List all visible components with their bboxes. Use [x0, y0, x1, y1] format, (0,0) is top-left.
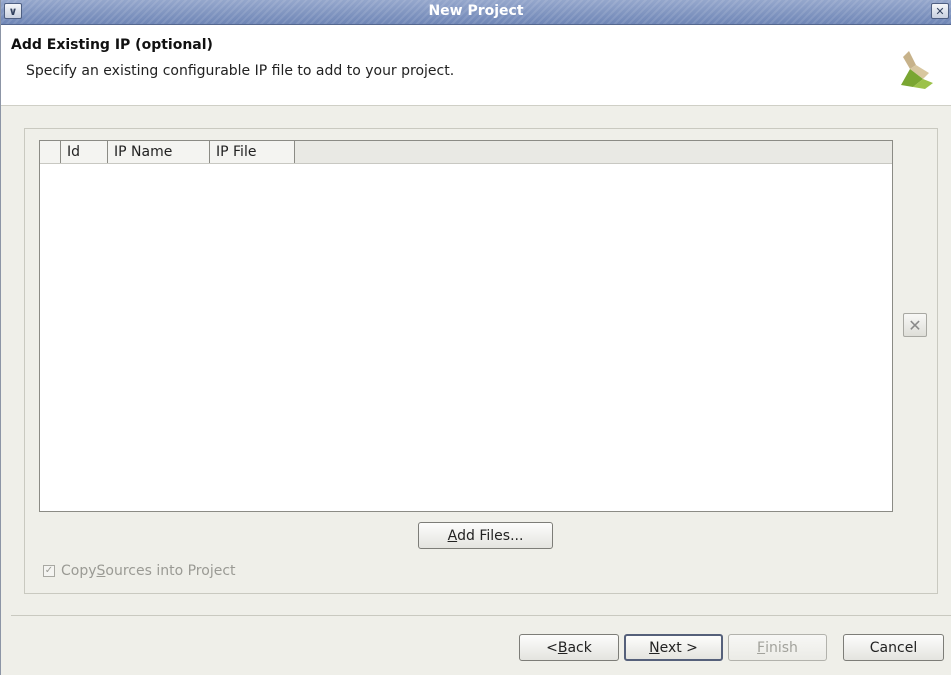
add-files-label: dd Files... — [457, 527, 524, 544]
column-header-id[interactable]: Id — [61, 141, 108, 163]
close-icon: ✕ — [908, 315, 922, 335]
column-header-select[interactable] — [40, 141, 61, 163]
wizard-header: Add Existing IP (optional) Specify an ex… — [1, 25, 951, 106]
new-project-dialog: ∨ New Project ✕ Add Existing IP (optiona… — [0, 0, 951, 675]
page-subtitle: Specify an existing configurable IP file… — [26, 63, 455, 79]
finish-button[interactable]: Finish — [728, 634, 827, 661]
next-button[interactable]: Next > — [624, 634, 723, 661]
back-label-post: ack — [567, 639, 592, 656]
copy-sources-mnemonic: S — [96, 563, 106, 579]
title-bar[interactable]: ∨ New Project ✕ — [1, 0, 951, 25]
copy-sources-label-pre: Copy — [61, 563, 97, 579]
close-icon[interactable]: ✕ — [931, 3, 949, 19]
column-header-ip-file[interactable]: IP File — [210, 141, 295, 163]
checkbox-checked-icon[interactable]: ✓ — [43, 565, 55, 577]
ip-table[interactable]: Id IP Name IP File — [39, 140, 893, 512]
next-mnemonic: N — [649, 639, 660, 656]
window-title: New Project — [428, 3, 524, 19]
table-header: Id IP Name IP File — [40, 141, 892, 164]
page-title: Add Existing IP (optional) — [11, 37, 213, 53]
copy-sources-label-post: ources into Project — [105, 563, 236, 579]
footer-divider — [11, 615, 951, 616]
finish-label-post: inish — [765, 639, 798, 656]
remove-ip-button[interactable]: ✕ — [903, 313, 927, 337]
back-label-pre: < — [546, 639, 558, 656]
column-header-ip-name[interactable]: IP Name — [108, 141, 210, 163]
back-mnemonic: B — [557, 639, 568, 656]
back-button[interactable]: < Back — [519, 634, 619, 661]
copy-sources-checkbox[interactable]: ✓ Copy Sources into Project — [43, 563, 236, 579]
next-label-post: ext > — [659, 639, 698, 656]
cancel-button[interactable]: Cancel — [843, 634, 944, 661]
add-files-button[interactable]: Add Files... — [418, 522, 553, 549]
finish-mnemonic: F — [757, 639, 766, 656]
add-files-mnemonic: A — [447, 527, 458, 544]
xilinx-logo-icon — [901, 51, 933, 89]
